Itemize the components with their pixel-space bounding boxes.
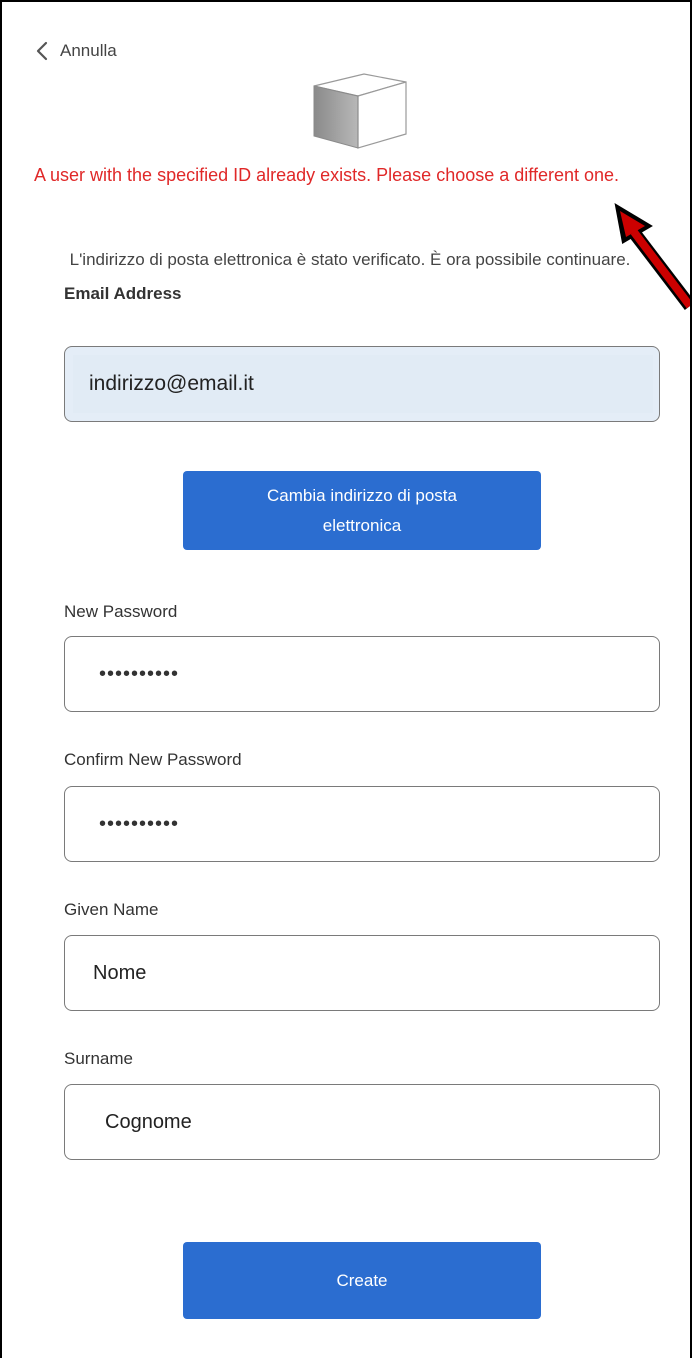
given-name-label: Given Name <box>64 900 159 919</box>
cancel-link-label: Annulla <box>60 41 117 60</box>
chevron-left-icon <box>36 41 48 61</box>
given-name-field[interactable]: Nome <box>64 935 660 1011</box>
change-email-button-label-line1: Cambia indirizzo di posta <box>267 485 457 505</box>
page-frame: Annulla A user with the specified ID alr… <box>0 0 692 1358</box>
confirm-password-field[interactable]: •••••••••• <box>64 786 660 862</box>
surname-label: Surname <box>64 1049 133 1068</box>
given-name-value: Nome <box>93 961 147 984</box>
create-button[interactable]: Create <box>183 1242 541 1319</box>
verified-message: L'indirizzo di posta elettronica è stato… <box>69 250 631 269</box>
new-password-field[interactable]: •••••••••• <box>64 636 660 712</box>
error-message: A user with the specified ID already exi… <box>34 165 619 185</box>
annotation-arrow-icon <box>614 202 690 310</box>
surname-field[interactable]: Cognome <box>64 1084 660 1160</box>
change-email-button[interactable]: Cambia indirizzo di posta elettronica <box>183 471 541 550</box>
change-email-button-label-line2: elettronica <box>322 515 402 535</box>
email-label: Email Address <box>64 284 182 303</box>
surname-value: Cognome <box>105 1110 192 1133</box>
confirm-password-value: •••••••••• <box>99 812 180 835</box>
new-password-value: •••••••••• <box>99 662 180 685</box>
email-value: indirizzo@email.it <box>89 372 254 395</box>
create-button-label: Create <box>336 1270 388 1290</box>
cancel-link[interactable]: Annulla <box>34 40 117 62</box>
new-password-label: New Password <box>64 602 178 621</box>
cube-logo-icon <box>313 73 407 149</box>
confirm-password-label: Confirm New Password <box>64 750 242 769</box>
email-field[interactable]: indirizzo@email.it <box>64 346 660 422</box>
